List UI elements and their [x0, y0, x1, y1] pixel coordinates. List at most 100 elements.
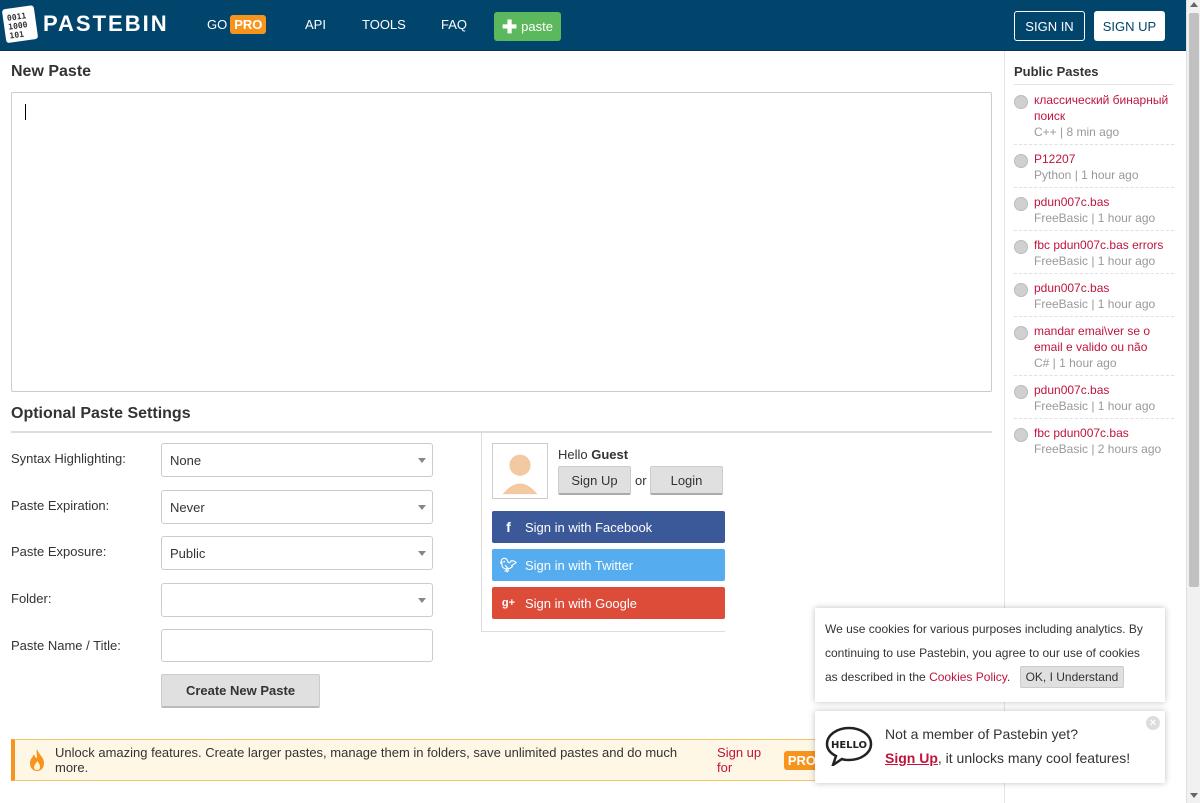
hello-text: Hello [558, 447, 588, 462]
list-item[interactable]: pdun007c.bas FreeBasic | 1 hour ago [1014, 280, 1174, 317]
chevron-down-icon [418, 551, 426, 556]
globe-icon [1014, 385, 1028, 399]
sign-up-button[interactable]: SIGN UP [1094, 11, 1165, 41]
paste-title-link[interactable]: fbc pdun007c.bas [1034, 425, 1174, 441]
twitter-signin-button[interactable]: 🐦︎ Sign in with Twitter [492, 549, 725, 581]
folder-label: Folder: [11, 591, 52, 606]
cookie-ok-button[interactable]: OK, I Understand [1019, 666, 1125, 688]
signup-nudge-popup: HELLO Not a member of Pastebin yet? Sign… [815, 711, 1165, 783]
go-label: GO [207, 17, 228, 32]
chevron-down-icon [418, 598, 426, 603]
paste-title-link[interactable]: P12207 [1034, 151, 1174, 167]
paste-meta: C++ | 8 min ago [1034, 125, 1120, 139]
hello-guest: Hello Guest [558, 447, 628, 462]
list-item[interactable]: классический бинарный поиск C++ | 8 min … [1014, 92, 1174, 145]
paste-meta: FreeBasic | 1 hour ago [1034, 399, 1156, 413]
member-prompt: Not a member of Pastebin yet? [885, 726, 1078, 742]
google-signin-button[interactable]: g+ Sign in with Google [492, 587, 725, 619]
new-paste-button[interactable]: ✚ paste [494, 12, 561, 41]
paste-title-link[interactable]: pdun007c.bas [1034, 194, 1174, 210]
facebook-icon: f [506, 519, 511, 535]
twitter-signin-label: Sign in with Twitter [525, 557, 634, 573]
exposure-label: Paste Exposure: [11, 544, 107, 559]
close-icon[interactable]: × [1146, 716, 1160, 730]
globe-icon [1014, 283, 1028, 297]
nav-api[interactable]: API [305, 17, 326, 32]
member-benefit-text: , it unlocks many cool features! [937, 750, 1131, 766]
paste-meta: FreeBasic | 1 hour ago [1034, 211, 1156, 225]
plus-icon: ✚ [502, 16, 518, 37]
folder-select[interactable] [161, 583, 433, 617]
public-pastes-title: Public Pastes [1014, 64, 1099, 79]
paste-title-link[interactable]: pdun007c.bas [1034, 280, 1174, 296]
scroll-up-arrow-icon[interactable] [1190, 2, 1198, 7]
globe-icon [1014, 428, 1028, 442]
paste-textarea[interactable] [11, 92, 992, 392]
brand-name[interactable]: PASTEBIN [43, 11, 169, 37]
paste-button-label: paste [521, 19, 553, 34]
paste-meta: FreeBasic | 1 hour ago [1034, 254, 1156, 268]
top-navbar: 0011 1000 101 PASTEBIN GO PRO API TOOLS … [0, 0, 1186, 51]
cookie-consent-popup: We use cookies for various purposes incl… [815, 608, 1165, 702]
list-item[interactable]: mandar emai\ver se o email e valido ou n… [1014, 323, 1174, 376]
list-item[interactable]: pdun007c.bas FreeBasic | 1 hour ago [1014, 382, 1174, 419]
syntax-label: Syntax Highlighting: [11, 451, 126, 466]
scroll-thumb[interactable] [1189, 13, 1199, 587]
chevron-down-icon [418, 458, 426, 463]
expiration-value: Never [170, 499, 205, 515]
or-text: or [635, 473, 647, 488]
sign-in-button[interactable]: SIGN IN [1014, 11, 1085, 41]
globe-icon [1014, 197, 1028, 211]
paste-meta: Python | 1 hour ago [1034, 168, 1139, 182]
globe-icon [1014, 326, 1028, 340]
paste-title-link[interactable]: mandar emai\ver se o email e valido ou n… [1034, 323, 1174, 355]
pro-badge: PRO [230, 15, 267, 34]
paste-name-input[interactable] [161, 629, 433, 662]
paste-title-link[interactable]: pdun007c.bas [1034, 382, 1174, 398]
google-plus-icon: g+ [501, 597, 516, 609]
facebook-signin-button[interactable]: f Sign in with Facebook [492, 511, 725, 543]
pastebin-logo-icon[interactable]: 0011 1000 101 [2, 4, 40, 44]
page-title: New Paste [11, 63, 92, 80]
globe-icon [1014, 240, 1028, 254]
fire-icon [29, 749, 44, 771]
expiration-select[interactable]: Never [161, 490, 433, 524]
chevron-down-icon [418, 505, 426, 510]
facebook-signin-label: Sign in with Facebook [525, 519, 653, 535]
guest-login-button[interactable]: Login [650, 466, 723, 495]
expiration-label: Paste Expiration: [11, 498, 110, 513]
list-item[interactable]: pdun007c.bas FreeBasic | 1 hour ago [1014, 194, 1174, 231]
page-scrollbar[interactable] [1186, 0, 1200, 803]
paste-title-link[interactable]: классический бинарный поиск [1034, 92, 1174, 124]
member-signup-link[interactable]: Sign Up [885, 750, 938, 766]
list-item[interactable]: P12207 Python | 1 hour ago [1014, 151, 1174, 188]
cookies-policy-link[interactable]: Cookies Policy [929, 670, 1007, 684]
promo-signup-link[interactable]: Sign up for [717, 745, 780, 775]
nav-faq[interactable]: FAQ [441, 17, 467, 32]
syntax-value: None [170, 452, 202, 468]
go-pro-link[interactable]: GO PRO [207, 15, 267, 34]
exposure-select[interactable]: Public [161, 536, 433, 570]
scroll-down-arrow-icon[interactable] [1190, 793, 1198, 798]
paste-meta: C# | 1 hour ago [1034, 356, 1117, 370]
nav-tools[interactable]: TOOLS [362, 17, 406, 32]
promo-text: Unlock amazing features. Create larger p… [54, 745, 678, 775]
paste-title-link[interactable]: fbc pdun007c.bas errors [1034, 237, 1174, 253]
globe-icon [1014, 154, 1028, 168]
syntax-select[interactable]: None [161, 443, 433, 477]
exposure-value: Public [170, 545, 206, 561]
text-caret [25, 104, 26, 120]
list-item[interactable]: fbc pdun007c.bas FreeBasic | 2 hours ago [1014, 425, 1174, 462]
paste-meta: FreeBasic | 2 hours ago [1034, 442, 1162, 456]
create-paste-button[interactable]: Create New Paste [161, 674, 320, 708]
svg-text:HELLO: HELLO [831, 740, 867, 751]
paste-name-label: Paste Name / Title: [11, 638, 121, 653]
guest-sign-up-button[interactable]: Sign Up [558, 466, 631, 495]
twitter-icon: 🐦︎ [499, 556, 518, 573]
globe-icon [1014, 95, 1028, 109]
google-signin-label: Sign in with Google [525, 595, 638, 611]
pro-promo-banner: Unlock amazing features. Create larger p… [11, 739, 821, 781]
list-item[interactable]: fbc pdun007c.bas errors FreeBasic | 1 ho… [1014, 237, 1174, 274]
guest-name: Guest [591, 447, 629, 462]
guest-avatar [492, 443, 548, 499]
